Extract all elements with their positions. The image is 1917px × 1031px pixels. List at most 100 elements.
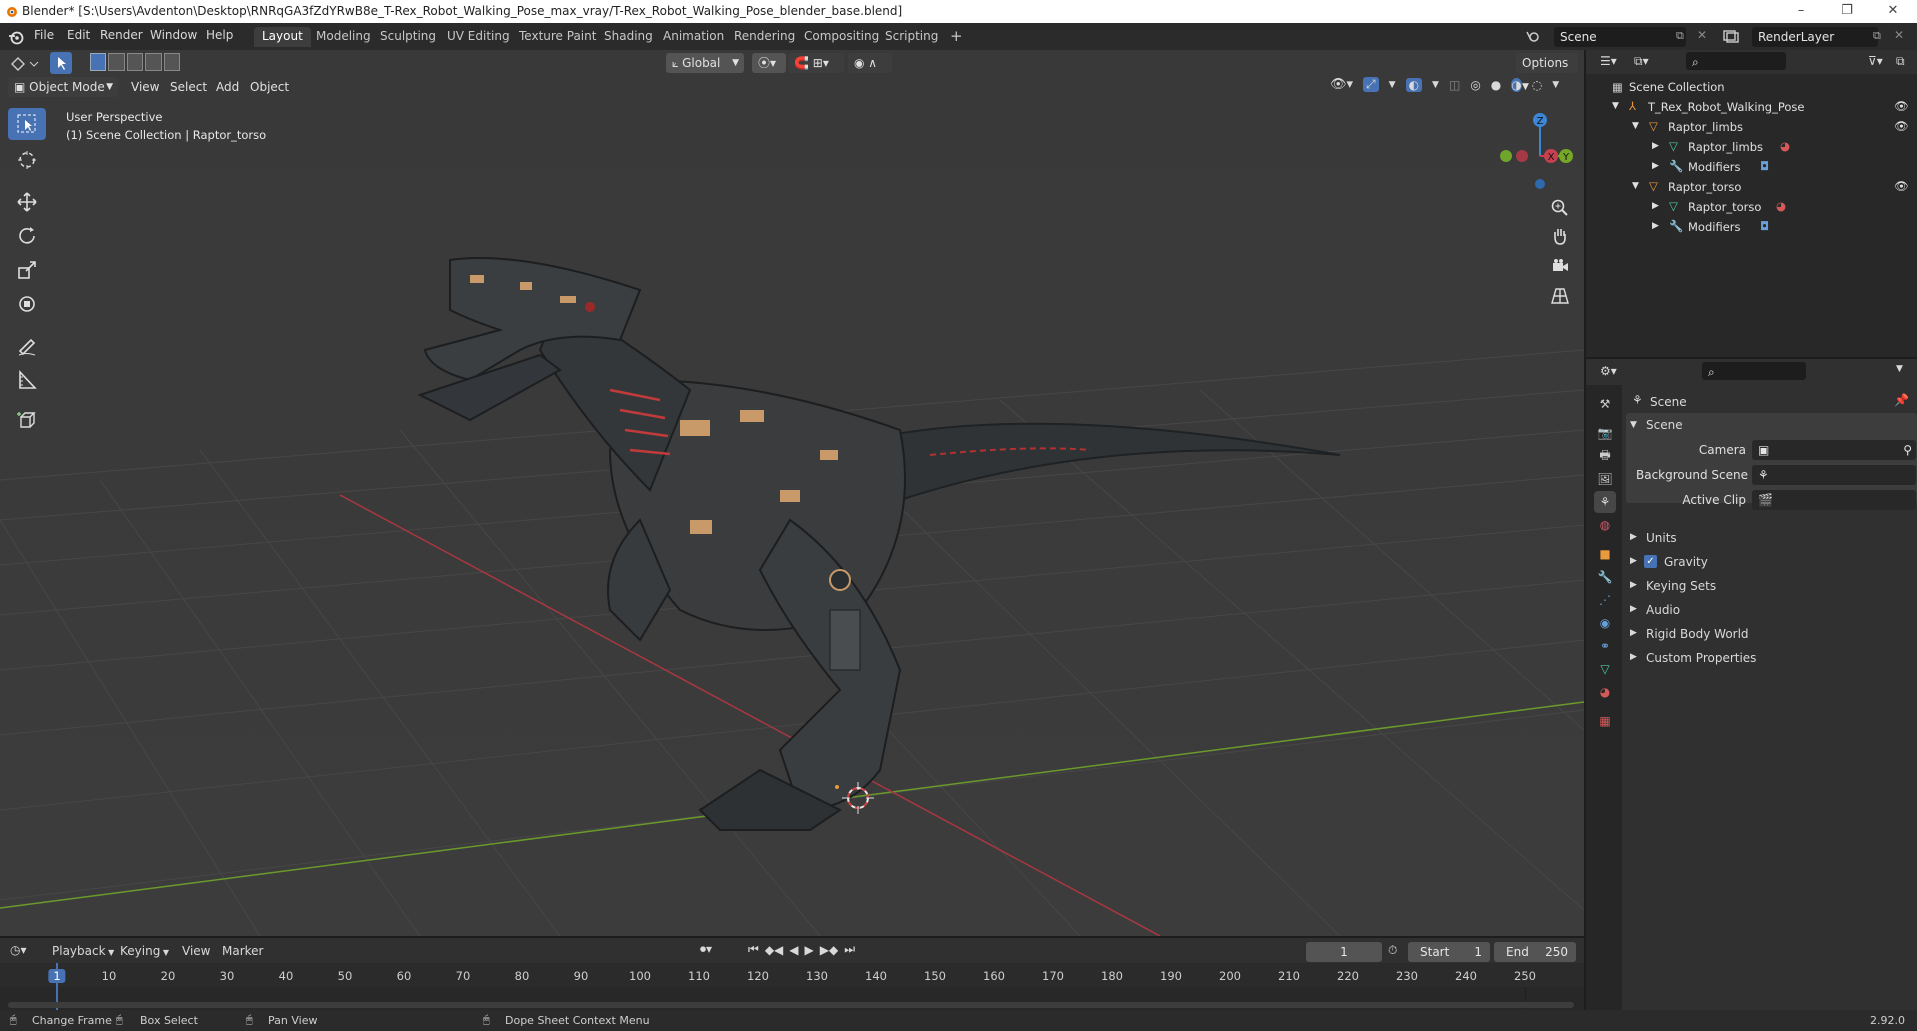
tab-sculpting[interactable]: Sculpting bbox=[372, 27, 444, 47]
tab-layout[interactable]: Layout bbox=[254, 27, 311, 47]
mode-subtract-icon[interactable] bbox=[126, 53, 144, 71]
timeline-menu-marker[interactable]: Marker bbox=[222, 944, 263, 958]
play-icon[interactable]: ▶ bbox=[805, 943, 814, 957]
tab-modeling[interactable]: Modeling bbox=[308, 27, 379, 47]
tab-physics[interactable]: ◉ bbox=[1594, 612, 1616, 634]
start-frame-field[interactable]: Start 1 bbox=[1408, 942, 1490, 962]
pivot-point-dropdown[interactable]: ⦿▾ bbox=[752, 53, 786, 73]
tab-view-layer[interactable]: 🖼 bbox=[1594, 468, 1616, 490]
mode-extend-icon[interactable] bbox=[108, 53, 125, 71]
tab-material[interactable]: ◕ bbox=[1594, 681, 1616, 703]
scale-tool[interactable] bbox=[8, 254, 46, 286]
scene-icon[interactable] bbox=[1524, 28, 1540, 44]
outliner-item-raptor-limbs-mesh[interactable]: ▶ ▽ Raptor_limbs ◕ bbox=[1586, 137, 1917, 157]
pin-icon[interactable]: 📌 bbox=[1894, 393, 1909, 407]
new-scene-icon[interactable]: ⧉ bbox=[1676, 29, 1684, 43]
properties-editor-type-icon[interactable]: ⚙▾ bbox=[1600, 364, 1617, 378]
visibility-eye-icon[interactable]: 👁 bbox=[1894, 99, 1909, 113]
tab-texture-paint[interactable]: Texture Paint bbox=[511, 27, 604, 47]
tab-output[interactable]: 🖶 bbox=[1594, 445, 1616, 467]
filter-icon[interactable]: ⊽▾ bbox=[1868, 54, 1883, 68]
visibility-eye-icon[interactable]: 👁▾ bbox=[1330, 77, 1353, 92]
tab-world[interactable]: ◍ bbox=[1594, 514, 1616, 536]
end-frame-field[interactable]: End 250 bbox=[1494, 942, 1576, 962]
outliner-item-modifiers-1[interactable]: ▶ 🔧 Modifiers ◘ bbox=[1586, 157, 1917, 177]
measure-tool[interactable] bbox=[8, 364, 46, 396]
add-workspace-icon[interactable]: + bbox=[942, 27, 971, 47]
mode-intersect-icon[interactable] bbox=[163, 53, 181, 71]
outliner-search-input[interactable]: ⌕ bbox=[1686, 52, 1786, 70]
mode-new-icon[interactable] bbox=[90, 53, 107, 71]
menu-edit[interactable]: Edit bbox=[67, 28, 90, 42]
minimize-button[interactable]: – bbox=[1778, 0, 1824, 23]
transform-orientation-dropdown[interactable]: ⟀ Global ▼ bbox=[666, 53, 744, 73]
viewport-menu-add[interactable]: Add bbox=[216, 80, 239, 94]
viewport-menu-object[interactable]: Object bbox=[250, 80, 289, 94]
outliner-item-modifiers-2[interactable]: ▶ 🔧 Modifiers ◘ bbox=[1586, 217, 1917, 237]
view-layer-selector[interactable]: RenderLayer bbox=[1752, 27, 1878, 47]
gravity-panel-header[interactable]: ▶ ✓ Gravity bbox=[1626, 551, 1917, 575]
tab-compositing[interactable]: Compositing bbox=[796, 27, 887, 47]
editor-type-icon[interactable] bbox=[10, 56, 40, 72]
jump-to-start-icon[interactable]: ⏮ bbox=[748, 942, 759, 957]
transform-tool[interactable] bbox=[8, 288, 46, 320]
rigid-body-world-panel-header[interactable]: ▶ Rigid Body World bbox=[1626, 623, 1917, 647]
timeline-menu-playback[interactable]: Playback ▼ bbox=[52, 944, 114, 958]
object-mode-dropdown[interactable]: ▣ Object Mode ▼ bbox=[8, 77, 118, 97]
menu-render[interactable]: Render bbox=[100, 28, 143, 42]
tab-modifiers[interactable]: 🔧 bbox=[1594, 566, 1616, 588]
active-clip-field[interactable]: 🎬 bbox=[1752, 490, 1916, 510]
move-tool[interactable] bbox=[8, 186, 46, 218]
viewport-menu-view[interactable]: View bbox=[131, 80, 159, 94]
display-mode-icon[interactable]: ⧉▾ bbox=[1634, 54, 1649, 69]
tab-scene[interactable]: ⚘ bbox=[1594, 491, 1616, 513]
visibility-eye-icon[interactable]: 👁 bbox=[1894, 119, 1909, 133]
expand-arrow-icon[interactable]: ▼ bbox=[1632, 121, 1639, 131]
keying-sets-panel-header[interactable]: ▶ Keying Sets bbox=[1626, 575, 1917, 599]
shading-wireframe-icon[interactable]: ◎ bbox=[1470, 78, 1480, 92]
jump-to-end-icon[interactable]: ⏭ bbox=[844, 942, 855, 957]
timeline-scrollbar[interactable] bbox=[8, 1002, 1574, 1008]
collapse-arrow-icon[interactable]: ▶ bbox=[1652, 161, 1659, 171]
camera-field[interactable]: ▣ ⚲ bbox=[1752, 440, 1916, 460]
tab-rendering[interactable]: Rendering bbox=[726, 27, 803, 47]
menu-file[interactable]: File bbox=[34, 28, 54, 42]
outliner-root[interactable]: ▦ Scene Collection bbox=[1586, 77, 1917, 97]
selection-mode-group[interactable] bbox=[90, 53, 181, 73]
tab-constraints[interactable]: ⚭ bbox=[1594, 635, 1616, 657]
play-reverse-icon[interactable]: ◀ bbox=[789, 943, 798, 957]
outliner-editor-type-icon[interactable]: ☰▾ bbox=[1600, 54, 1617, 68]
outliner-item-raptor-limbs[interactable]: ▼ ▽ Raptor_limbs 👁 bbox=[1586, 117, 1917, 137]
tab-animation[interactable]: Animation bbox=[655, 27, 732, 47]
chevron-down-icon[interactable]: ▼ bbox=[1896, 364, 1903, 374]
expand-arrow-icon[interactable]: ▼ bbox=[1630, 420, 1637, 430]
proportional-edit-toggle[interactable]: ◉ ∧ bbox=[848, 53, 892, 73]
outliner-item-raptor-torso[interactable]: ▼ ▽ Raptor_torso 👁 bbox=[1586, 177, 1917, 197]
jump-to-keyframe-next-icon[interactable]: ▶◆ bbox=[820, 943, 838, 957]
add-cube-tool[interactable] bbox=[8, 404, 46, 436]
cursor-tool[interactable] bbox=[8, 144, 46, 176]
perspective-toggle-icon[interactable] bbox=[1550, 286, 1570, 309]
mode-difference-icon[interactable] bbox=[145, 53, 162, 71]
scene-selector[interactable]: Scene bbox=[1554, 27, 1686, 47]
new-collection-icon[interactable]: ⧉ bbox=[1896, 54, 1905, 69]
shading-rendered-icon[interactable]: ◌ bbox=[1532, 78, 1542, 92]
close-button[interactable]: ✕ bbox=[1870, 0, 1916, 23]
view-layer-icon[interactable] bbox=[1722, 28, 1740, 44]
units-panel-header[interactable]: ▶ Units bbox=[1626, 527, 1917, 551]
tab-tool[interactable]: ⚒ bbox=[1594, 393, 1616, 415]
outliner-item-raptor-torso-mesh[interactable]: ▶ ▽ Raptor_torso ◕ bbox=[1586, 197, 1917, 217]
jump-to-keyframe-prev-icon[interactable]: ◆◀ bbox=[765, 943, 783, 957]
camera-view-icon[interactable] bbox=[1550, 256, 1570, 279]
collapse-arrow-icon[interactable]: ▶ bbox=[1652, 221, 1659, 231]
navigation-gizmo[interactable]: Z Y X bbox=[1494, 110, 1574, 190]
tab-texture[interactable]: ▦ bbox=[1594, 710, 1616, 732]
tab-scripting[interactable]: Scripting bbox=[877, 27, 946, 47]
tab-render[interactable]: 📷 bbox=[1594, 422, 1616, 444]
custom-properties-panel-header[interactable]: ▶ Custom Properties bbox=[1626, 647, 1917, 671]
audio-panel-header[interactable]: ▶ Audio bbox=[1626, 599, 1917, 623]
options-dropdown[interactable]: Options ▼ bbox=[1516, 53, 1578, 92]
pan-hand-icon[interactable] bbox=[1550, 226, 1570, 249]
xray-toggle-icon[interactable]: ◫ bbox=[1449, 78, 1460, 92]
timeline-menu-keying[interactable]: Keying ▼ bbox=[120, 944, 169, 958]
